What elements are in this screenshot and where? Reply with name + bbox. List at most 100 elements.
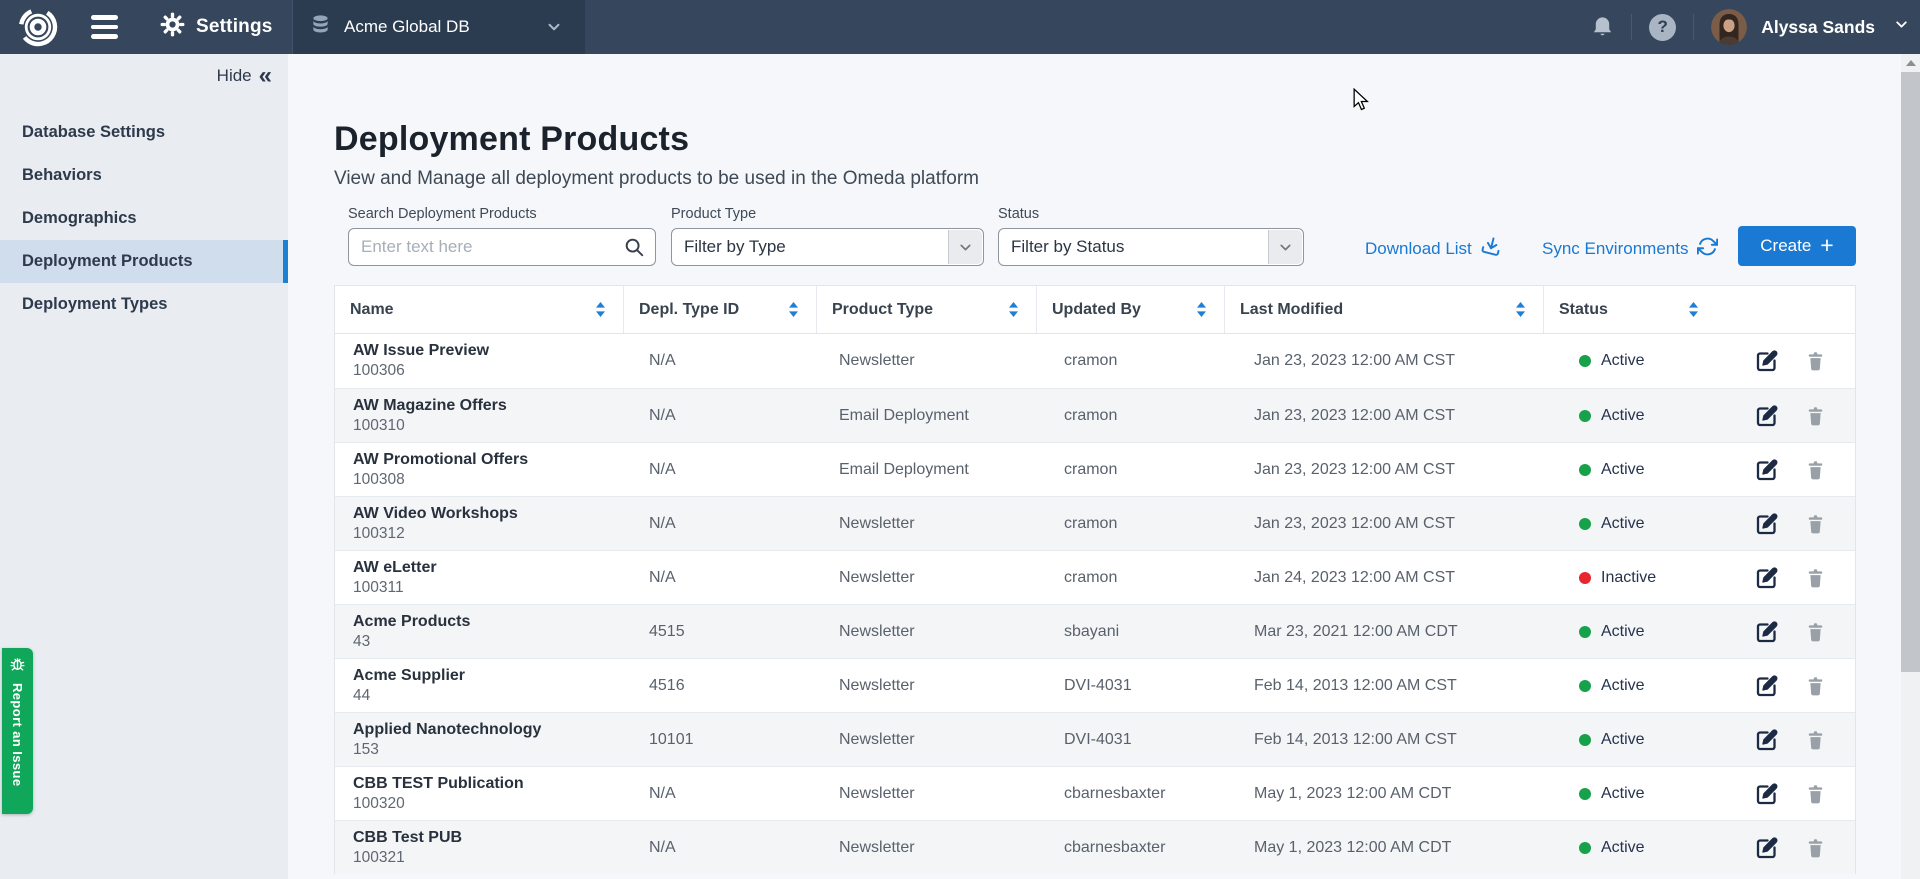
status-label: Active (1601, 677, 1645, 695)
edit-button[interactable] (1755, 349, 1779, 373)
edit-button[interactable] (1755, 566, 1779, 590)
sidebar-item-deployment-products[interactable]: Deployment Products (0, 240, 288, 283)
product-type-cell: Newsletter (816, 497, 1036, 550)
name-cell: AW Magazine Offers 100310 (335, 389, 623, 442)
settings-label: Settings (196, 16, 273, 38)
status-select[interactable]: Filter by Status (998, 228, 1304, 266)
download-icon (1481, 236, 1502, 262)
product-name[interactable]: AW Magazine Offers (353, 396, 507, 416)
user-name: Alyssa Sands (1761, 17, 1875, 38)
sidebar-item-database-settings[interactable]: Database Settings (0, 111, 288, 154)
column-header-name[interactable]: Name (335, 286, 623, 333)
depl-type-id-cell: N/A (623, 551, 816, 604)
product-type-cell: Newsletter (816, 605, 1036, 658)
sort-icon[interactable] (596, 302, 605, 317)
last-modified-cell: Mar 23, 2021 12:00 AM CDT (1224, 605, 1543, 658)
column-header-actions (1725, 286, 1857, 333)
status-label: Active (1601, 623, 1645, 641)
sort-icon[interactable] (1009, 302, 1018, 317)
top-navbar: Settings Acme Global DB ? (0, 0, 1920, 54)
help-icon[interactable]: ? (1649, 14, 1676, 41)
edit-button[interactable] (1755, 674, 1779, 698)
column-header-product-type[interactable]: Product Type (816, 286, 1036, 333)
search-icon[interactable] (623, 236, 645, 263)
menu-hamburger-icon[interactable] (76, 0, 132, 54)
product-name[interactable]: CBB TEST Publication (353, 774, 524, 794)
edit-button[interactable] (1755, 404, 1779, 428)
product-type-cell: Email Deployment (816, 389, 1036, 442)
name-cell: AW Issue Preview 100306 (335, 334, 623, 388)
scrollbar-thumb[interactable] (1901, 72, 1920, 672)
report-issue-tab[interactable]: Report an Issue (2, 648, 33, 814)
edit-button[interactable] (1755, 620, 1779, 644)
product-name[interactable]: Acme Supplier (353, 666, 465, 686)
last-modified-cell: Jan 23, 2023 12:00 AM CST (1224, 497, 1543, 550)
column-header-updated-by[interactable]: Updated By (1036, 286, 1224, 333)
product-type-select[interactable]: Filter by Type (671, 228, 984, 266)
database-selector[interactable]: Acme Global DB (292, 0, 585, 54)
download-list-link[interactable]: Download List (1365, 236, 1502, 262)
product-name[interactable]: AW Video Workshops (353, 504, 518, 524)
edit-button[interactable] (1755, 782, 1779, 806)
name-cell: Acme Products 43 (335, 605, 623, 658)
last-modified-cell: Feb 14, 2013 12:00 AM CST (1224, 713, 1543, 766)
delete-trash-button[interactable] (1806, 405, 1825, 427)
table-row: Acme Products 43 4515 Newsletter sbayani… (335, 604, 1855, 658)
omeda-logo-icon[interactable] (0, 0, 76, 54)
sort-icon[interactable] (1689, 302, 1698, 317)
sync-icon (1697, 236, 1718, 262)
actions-cell (1725, 659, 1857, 712)
last-modified-cell: Jan 23, 2023 12:00 AM CST (1224, 334, 1543, 388)
sidebar-item-demographics[interactable]: Demographics (0, 197, 288, 240)
user-menu[interactable]: Alyssa Sands (1711, 9, 1910, 45)
status-dot (1579, 464, 1591, 476)
chevron-down-icon (948, 230, 982, 264)
column-header-last-modified[interactable]: Last Modified (1224, 286, 1543, 333)
delete-trash-button[interactable] (1806, 567, 1825, 589)
hide-sidebar-button[interactable]: Hide « (217, 66, 272, 86)
bug-icon (9, 655, 26, 677)
name-cell: Applied Nanotechnology 153 (335, 713, 623, 766)
edit-button[interactable] (1755, 836, 1779, 860)
sort-icon[interactable] (1197, 302, 1206, 317)
delete-trash-button[interactable] (1806, 783, 1825, 805)
edit-button[interactable] (1755, 512, 1779, 536)
product-type-cell: Newsletter (816, 551, 1036, 604)
notifications-bell-icon[interactable] (1591, 15, 1614, 39)
create-button[interactable]: Create + (1738, 226, 1856, 266)
product-name[interactable]: CBB Test PUB (353, 828, 462, 848)
product-name[interactable]: AW Promotional Offers (353, 450, 528, 470)
delete-trash-button[interactable] (1806, 621, 1825, 643)
product-name[interactable]: Acme Products (353, 612, 470, 632)
delete-trash-button[interactable] (1806, 729, 1825, 751)
column-header-depl-type-id[interactable]: Depl. Type ID (623, 286, 816, 333)
delete-trash-button[interactable] (1806, 675, 1825, 697)
actions-cell (1725, 605, 1857, 658)
search-input[interactable] (348, 228, 656, 266)
product-name[interactable]: Applied Nanotechnology (353, 720, 541, 740)
table-row: CBB Test PUB 100321 N/A Newsletter cbarn… (335, 820, 1855, 874)
column-header-status[interactable]: Status (1543, 286, 1725, 333)
status-label: Active (1601, 352, 1645, 370)
edit-button[interactable] (1755, 728, 1779, 752)
scrollbar-up-arrow[interactable] (1901, 54, 1920, 72)
status-cell: Active (1543, 497, 1725, 550)
page-title: Deployment Products (334, 118, 1856, 160)
delete-trash-button[interactable] (1806, 513, 1825, 535)
status-filter-label: Status (998, 206, 1304, 222)
delete-trash-button[interactable] (1806, 350, 1825, 372)
sort-icon[interactable] (789, 302, 798, 317)
sort-icon[interactable] (1516, 302, 1525, 317)
database-name: Acme Global DB (344, 17, 470, 37)
nav-settings[interactable]: Settings (132, 0, 299, 54)
delete-trash-button[interactable] (1806, 837, 1825, 859)
sync-environments-link[interactable]: Sync Environments (1542, 236, 1718, 262)
actions-cell (1725, 389, 1857, 442)
sidebar-item-deployment-types[interactable]: Deployment Types (0, 283, 288, 326)
edit-button[interactable] (1755, 458, 1779, 482)
sync-environments-label: Sync Environments (1542, 239, 1688, 259)
product-name[interactable]: AW Issue Preview (353, 341, 489, 361)
sidebar-item-behaviors[interactable]: Behaviors (0, 154, 288, 197)
product-name[interactable]: AW eLetter (353, 558, 437, 578)
delete-trash-button[interactable] (1806, 459, 1825, 481)
